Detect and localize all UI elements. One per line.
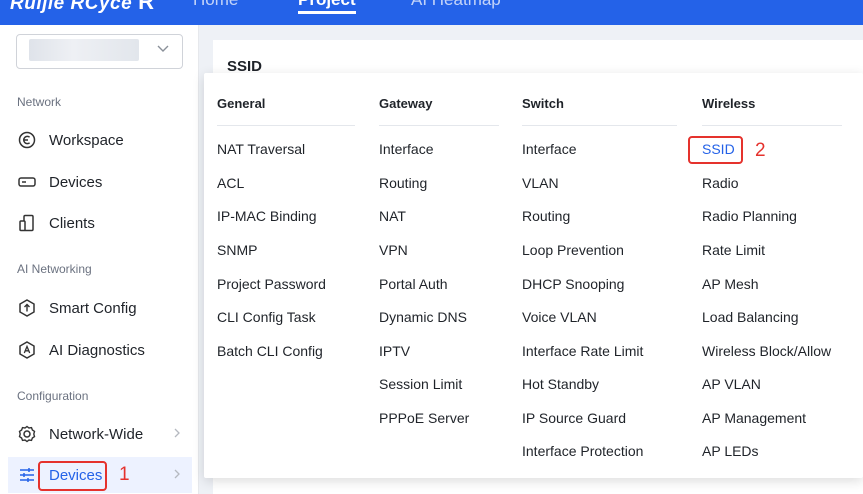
sidebar-item-label: Smart Config (49, 299, 137, 317)
chevron-down-icon (157, 45, 169, 52)
menu-item-radio-planning[interactable]: Radio Planning (702, 208, 797, 224)
sidebar-item-label: Clients (49, 214, 95, 232)
menu-item-pppoe-server[interactable]: PPPoE Server (379, 410, 469, 426)
sidebar: Network Workspace Devices Clients AI Net… (0, 25, 199, 494)
menu-item-hot-standby[interactable]: Hot Standby (522, 376, 599, 392)
top-navigation-bar: Ruijie RCyce R Home Project AI Heatmap (0, 0, 863, 25)
sidebar-item-clients[interactable]: Clients (8, 205, 192, 241)
devices-icon (17, 172, 37, 192)
menu-item-gateway-interface[interactable]: Interface (379, 141, 433, 157)
menu-item-ip-source-guard[interactable]: IP Source Guard (522, 410, 626, 426)
sidebar-item-workspace[interactable]: Workspace (8, 122, 192, 158)
brand-logo[interactable]: Ruijie RCyce R (10, 0, 155, 15)
project-select[interactable] (16, 34, 183, 69)
menu-item-voice-vlan[interactable]: Voice VLAN (522, 309, 597, 325)
menu-item-ap-management[interactable]: AP Management (702, 410, 806, 426)
menu-item-ip-mac-binding[interactable]: IP-MAC Binding (217, 208, 317, 224)
menu-item-interface-rate-limit[interactable]: Interface Rate Limit (522, 343, 643, 359)
menu-column-header-gateway: Gateway (379, 96, 433, 111)
section-title-network: Network (17, 95, 62, 109)
tab-ai-heatmap[interactable]: AI Heatmap (411, 0, 501, 10)
sidebar-item-smart-config[interactable]: Smart Config (8, 290, 192, 326)
menu-item-ap-vlan[interactable]: AP VLAN (702, 376, 761, 392)
menu-item-vlan[interactable]: VLAN (522, 175, 559, 191)
sidebar-item-label: Devices (49, 173, 103, 191)
highlight-box-ssid (688, 136, 743, 164)
sidebar-item-ai-diagnostics[interactable]: AI Diagnostics (8, 332, 192, 368)
devices-config-menu: General Gateway Switch Wireless NAT Trav… (204, 73, 863, 478)
menu-item-interface-protection[interactable]: Interface Protection (522, 443, 643, 459)
menu-item-ap-leds[interactable]: AP LEDs (702, 443, 759, 459)
smart-config-icon (17, 298, 37, 318)
sidebar-item-devices[interactable]: Devices (8, 164, 192, 200)
menu-item-nat[interactable]: NAT (379, 208, 406, 224)
menu-item-dhcp-snooping[interactable]: DHCP Snooping (522, 276, 624, 292)
chevron-right-icon (174, 469, 180, 479)
annotation-number-1: 1 (119, 464, 130, 485)
workspace-icon (17, 130, 37, 150)
menu-item-load-balancing[interactable]: Load Balancing (702, 309, 799, 325)
sidebar-item-label: Network-Wide (49, 425, 144, 443)
gear-icon (17, 424, 37, 444)
menu-item-cli-config-task[interactable]: CLI Config Task (217, 309, 316, 325)
annotation-number-2: 2 (755, 140, 766, 161)
menu-item-acl[interactable]: ACL (217, 175, 244, 191)
clients-icon (17, 213, 37, 233)
sidebar-item-label: Workspace (49, 131, 124, 149)
menu-item-session-limit[interactable]: Session Limit (379, 376, 462, 392)
menu-item-gateway-routing[interactable]: Routing (379, 175, 427, 191)
menu-item-snmp[interactable]: SNMP (217, 242, 257, 258)
sidebar-item-network-wide[interactable]: Network-Wide (8, 416, 192, 452)
menu-item-portal-auth[interactable]: Portal Auth (379, 276, 448, 292)
logo-mark: R (138, 0, 155, 14)
menu-item-ap-mesh[interactable]: AP Mesh (702, 276, 759, 292)
tab-home[interactable]: Home (193, 0, 238, 10)
menu-item-dynamic-dns[interactable]: Dynamic DNS (379, 309, 467, 325)
column-divider (217, 125, 355, 126)
menu-item-project-password[interactable]: Project Password (217, 276, 326, 292)
menu-item-radio[interactable]: Radio (702, 175, 739, 191)
sidebar-item-label: AI Diagnostics (49, 341, 145, 359)
chevron-right-icon (174, 428, 180, 438)
menu-item-nat-traversal[interactable]: NAT Traversal (217, 141, 305, 157)
menu-item-vpn[interactable]: VPN (379, 242, 408, 258)
tab-project[interactable]: Project (298, 0, 356, 14)
ai-diagnostics-icon (17, 340, 37, 360)
menu-item-loop-prevention[interactable]: Loop Prevention (522, 242, 624, 258)
menu-item-wireless-block-allow[interactable]: Wireless Block/Allow (702, 343, 831, 359)
menu-column-header-wireless: Wireless (702, 96, 756, 111)
section-title-configuration: Configuration (17, 389, 89, 403)
column-divider (702, 125, 842, 126)
logo-text: Ruijie RCyce (10, 0, 133, 14)
menu-item-switch-interface[interactable]: Interface (522, 141, 576, 157)
menu-item-switch-routing[interactable]: Routing (522, 208, 570, 224)
project-select-value (29, 39, 139, 61)
menu-item-rate-limit[interactable]: Rate Limit (702, 242, 765, 258)
menu-item-batch-cli-config[interactable]: Batch CLI Config (217, 343, 323, 359)
sliders-icon (17, 465, 37, 485)
column-divider (522, 125, 677, 126)
highlight-box-devices (38, 461, 107, 491)
menu-column-header-general: General (217, 96, 266, 111)
column-divider (379, 125, 499, 126)
menu-column-header-switch: Switch (522, 96, 564, 111)
section-title-ai-networking: AI Networking (17, 262, 92, 276)
menu-item-iptv[interactable]: IPTV (379, 343, 410, 359)
